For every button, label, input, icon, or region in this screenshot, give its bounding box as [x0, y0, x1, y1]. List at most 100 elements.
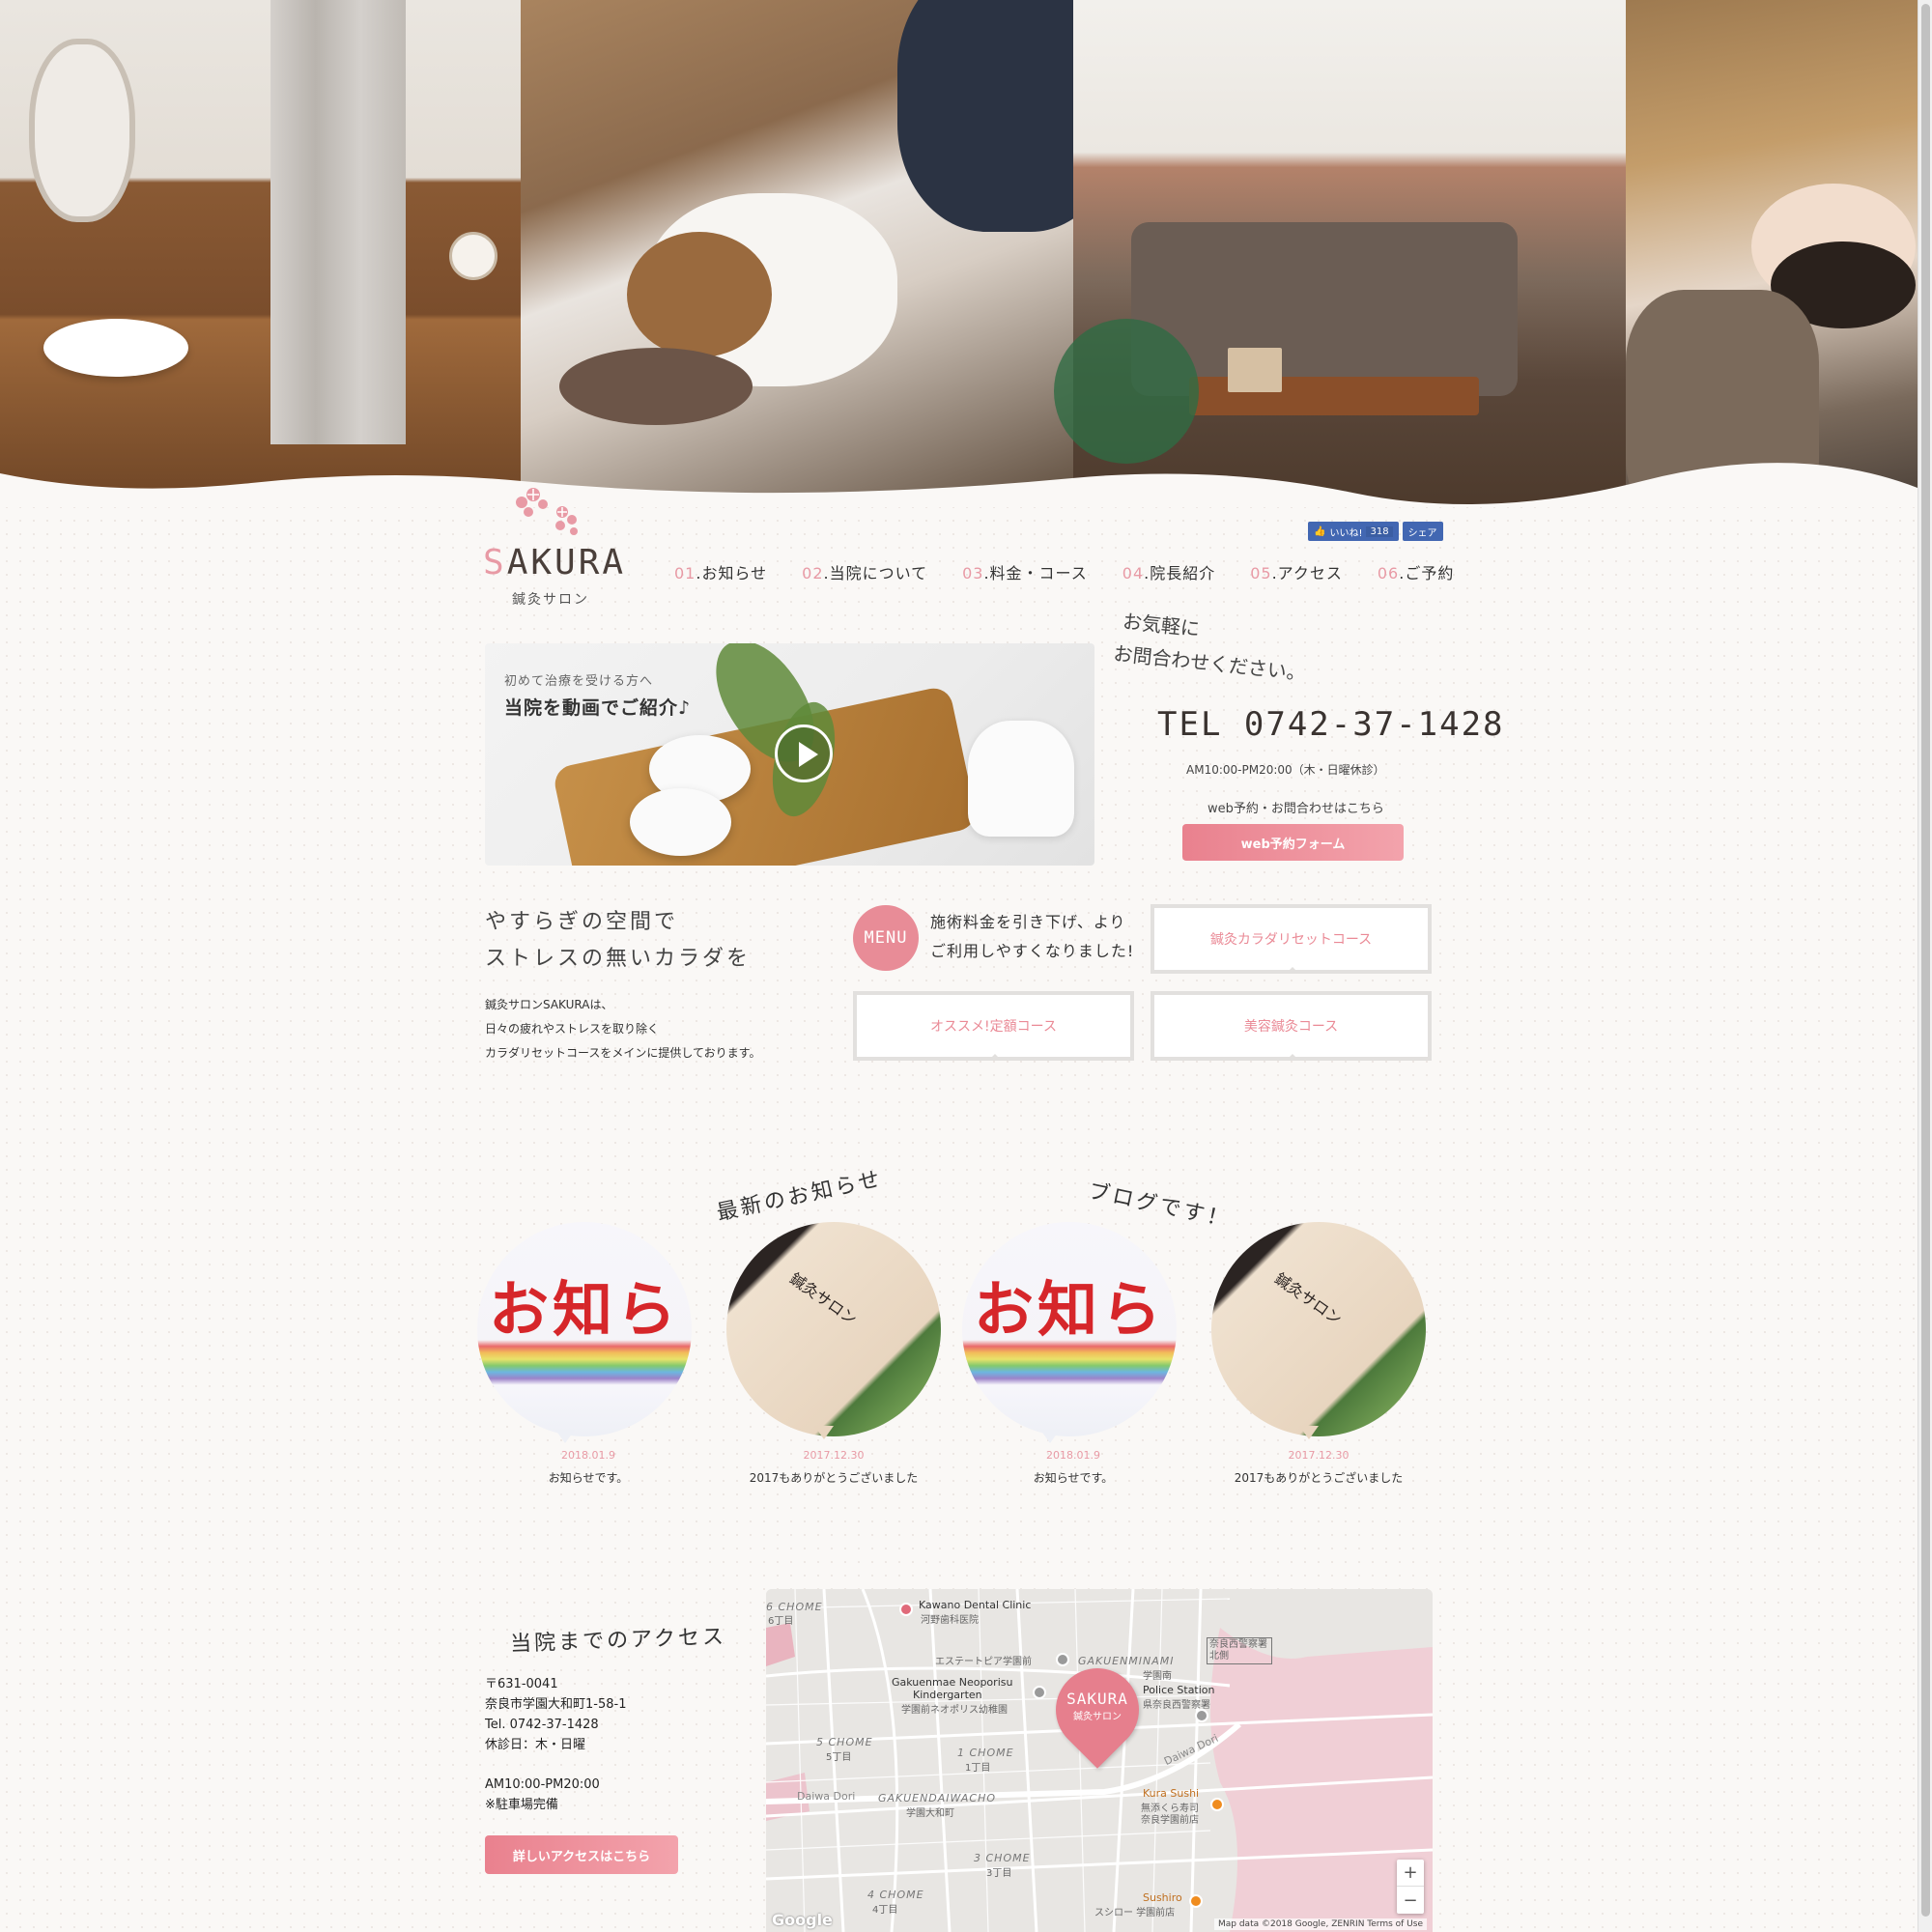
address: 奈良市学園大和町1-58-1 — [485, 1697, 627, 1712]
scrollbar-thumb[interactable] — [1921, 4, 1930, 1917]
school-icon[interactable] — [1033, 1686, 1046, 1699]
map-label: GAKUENMINAMI — [1078, 1655, 1175, 1667]
google-map[interactable]: 6 CHOME 6丁目 Kawano Dental Clinic 河野歯科医院 … — [766, 1589, 1433, 1932]
map-label: GAKUENDAIWACHO — [878, 1792, 997, 1804]
news-heading: 最新のお知らせ — [714, 1167, 885, 1226]
nav-item-access[interactable]: 05.アクセス — [1250, 560, 1343, 583]
map-attribution[interactable]: Map data ©2018 Google, ZENRIN Terms of U… — [1213, 1918, 1427, 1930]
map-label: 4 CHOME — [867, 1889, 924, 1901]
parking-note: ※駐車場完備 — [485, 1798, 558, 1812]
sakura-flower-icon — [516, 488, 578, 535]
nav-item-about[interactable]: 02.当院について — [802, 560, 927, 583]
map-label: 4丁目 — [872, 1905, 898, 1916]
business-hours: AM10:00-PM20:00（木・日曜休診） — [1186, 763, 1385, 777]
nav-label: .当院について — [823, 564, 928, 582]
nav-number: 05 — [1250, 564, 1272, 582]
hero-photo-acupuncture — [1626, 0, 1918, 507]
news-title[interactable]: お知らせです。 — [477, 1469, 699, 1486]
web-reserve-button[interactable]: web予約フォーム — [1182, 824, 1404, 861]
course-flat-rate-button[interactable]: オススメ!定額コース — [853, 991, 1134, 1061]
postal-code: 〒631-0041 — [485, 1677, 558, 1691]
hero-photo-washroom — [0, 0, 521, 507]
restaurant-icon[interactable] — [1189, 1894, 1203, 1908]
zoom-out-button[interactable]: − — [1397, 1887, 1424, 1914]
map-label: 学園前ネオポリス幼稚園 — [901, 1705, 1008, 1716]
intro-video-banner[interactable]: 初めて治療を受ける方へ 当院を動画でご紹介♪ — [485, 643, 1094, 866]
zoom-in-button[interactable]: + — [1397, 1860, 1424, 1887]
hero-photo-lounge — [1054, 0, 1626, 507]
police-icon[interactable] — [1195, 1709, 1208, 1722]
nav-item-price[interactable]: 03.料金・コース — [962, 560, 1088, 583]
blog-date: 2017.12.30 — [803, 1449, 865, 1462]
course-beauty-button[interactable]: 美容鍼灸コース — [1151, 991, 1432, 1061]
nav-number: 02 — [802, 564, 824, 582]
dental-clinic-pin-icon[interactable] — [899, 1603, 913, 1616]
hero-photo-strip — [0, 0, 1918, 507]
news-thumbnail[interactable]: お知ら — [962, 1222, 1177, 1436]
play-icon[interactable] — [775, 724, 833, 782]
facebook-like-button[interactable]: 👍 いいね! 318 — [1308, 522, 1399, 541]
access-tel: Tel. 0742-37-1428 — [485, 1718, 599, 1732]
nav-label: .院長紹介 — [1144, 564, 1216, 582]
map-zoom-control: + − — [1397, 1860, 1424, 1914]
map-marker-label: SAKURA 鍼灸サロン — [1066, 1690, 1128, 1722]
map-label: エステートピア学園前 — [935, 1657, 1032, 1667]
intro-text: 鍼灸サロンSAKURAは、 日々の疲れやストレスを取り除く カラダリセットコース… — [485, 998, 761, 1060]
map-label: Daiwa Dori — [797, 1790, 856, 1803]
map-label: 5丁目 — [826, 1752, 852, 1763]
map-label: Kawano Dental Clinic — [919, 1599, 1032, 1611]
nav-number: 01 — [674, 564, 696, 582]
course-body-reset-button[interactable]: 鍼灸カラダリセットコース — [1151, 904, 1432, 974]
access-detail-button[interactable]: 詳しいアクセスはこちら — [485, 1835, 678, 1874]
map-label: Kindergarten — [913, 1689, 982, 1701]
blog-thumbnail[interactable]: 鍼灸サロン — [726, 1222, 941, 1436]
logo-initial: S — [483, 543, 507, 582]
hero-photo-massage — [521, 0, 1120, 507]
map-label: 3 CHOME — [974, 1852, 1031, 1864]
thumbs-up-icon: 👍 — [1314, 526, 1326, 537]
bowl — [630, 788, 731, 856]
facebook-like-count: 318 — [1366, 526, 1393, 537]
map-label: 奈良学園前店 — [1141, 1815, 1199, 1826]
intro-handwriting: やすらぎの空間で ストレスの無いカラダを — [485, 910, 752, 971]
nav-number: 04 — [1122, 564, 1145, 582]
map-label: 1 CHOME — [957, 1747, 1014, 1759]
global-nav: 01.お知らせ 02.当院について 03.料金・コース 04.院長紹介 05.ア… — [674, 560, 1454, 583]
news-date: 2018.01.9 — [561, 1449, 615, 1462]
map-label: スシロー 学園前店 — [1094, 1908, 1176, 1918]
access-heading: 当院までのアクセス — [509, 1625, 727, 1657]
blog-title[interactable]: 2017もありがとうございました — [723, 1469, 945, 1486]
deer-figurine — [968, 721, 1074, 837]
blog-thumbnail[interactable]: 鍼灸サロン — [1211, 1222, 1426, 1436]
news-title[interactable]: お知らせです。 — [962, 1469, 1184, 1486]
access-info: 〒631-0041 奈良市学園大和町1-58-1 Tel. 0742-37-14… — [485, 1674, 626, 1815]
video-subtitle: 初めて治療を受ける方へ — [504, 674, 654, 689]
map-poi-icon[interactable] — [1056, 1653, 1069, 1666]
nav-item-reserve[interactable]: 06.ご予約 — [1378, 560, 1454, 583]
map-label: 奈良西警察署北側 — [1207, 1637, 1272, 1664]
site-logo[interactable]: SAKURA 鍼灸サロン — [483, 483, 623, 609]
map-label: Sushiro — [1143, 1891, 1182, 1904]
nav-item-director[interactable]: 04.院長紹介 — [1122, 560, 1215, 583]
video-title: 当院を動画でご紹介♪ — [504, 697, 692, 719]
map-label: 3丁目 — [986, 1868, 1012, 1879]
news-thumbnail[interactable]: お知ら — [477, 1222, 692, 1436]
google-logo: Google — [772, 1911, 833, 1929]
facebook-like-label: いいね! — [1329, 527, 1363, 539]
logo-subtitle: 鍼灸サロン — [512, 592, 589, 608]
nav-number: 06 — [1377, 564, 1400, 582]
phone-number[interactable]: TEL 0742-37-1428 — [1157, 705, 1505, 744]
web-reserve-caption: web予約・お問合わせはこちら — [1208, 802, 1384, 816]
page-scrollbar[interactable] — [1918, 0, 1932, 1932]
map-label: 6丁目 — [768, 1616, 794, 1627]
menu-badge: MENU — [853, 905, 919, 971]
blog-title[interactable]: 2017もありがとうございました — [1208, 1469, 1430, 1486]
blog-date: 2017.12.30 — [1288, 1449, 1350, 1462]
map-label: 学園南 — [1143, 1671, 1172, 1682]
nav-item-news[interactable]: 01.お知らせ — [674, 560, 767, 583]
facebook-share-button[interactable]: シェア — [1402, 522, 1443, 541]
access-hours: AM10:00-PM20:00 — [485, 1777, 600, 1792]
blog-heading: ブログです！ — [1086, 1179, 1234, 1234]
contact-handwriting: お気軽に お問合わせください。 — [1112, 610, 1307, 685]
restaurant-icon[interactable] — [1210, 1798, 1224, 1811]
